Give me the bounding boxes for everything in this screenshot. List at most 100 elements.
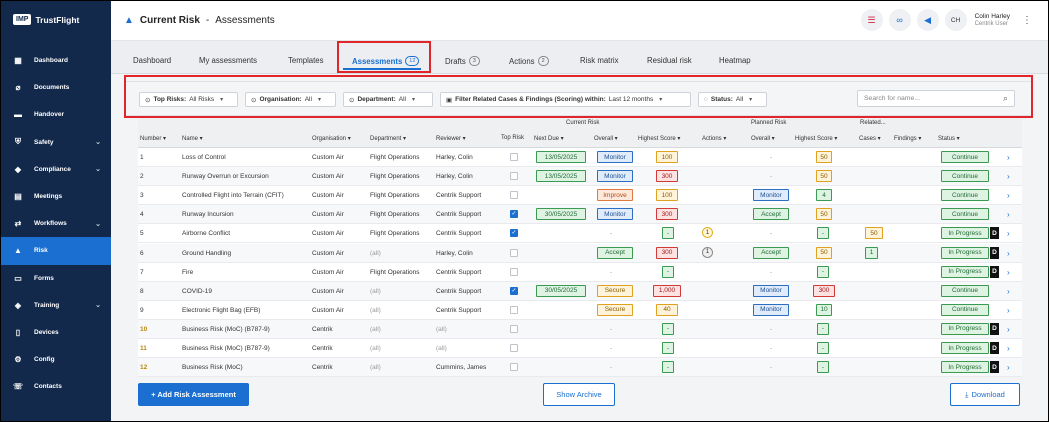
sidebar-item-label: Meetings	[34, 193, 63, 201]
chevron-right-icon[interactable]: ›	[1007, 210, 1010, 219]
chevron-right-icon[interactable]: ›	[1007, 249, 1010, 258]
show-archive-button[interactable]: Show Archive	[543, 383, 615, 406]
avatar[interactable]: CH	[944, 9, 967, 31]
table-row[interactable]: 11 Business Risk (MoC) (B787-9) Centrik (al…	[138, 339, 1022, 359]
table-row[interactable]: 3 Controlled Flight into Terrain (CFIT) Cu…	[138, 186, 1022, 206]
column-header-highest-score[interactable]: Highest Score ▾	[795, 135, 837, 142]
table-row[interactable]: 2 Runway Overrun or Excursion Custom Air Fl…	[138, 167, 1022, 187]
column-header-name[interactable]: Name ▾	[182, 135, 203, 142]
sidebar-item-handover[interactable]: ▬ Handover	[1, 101, 111, 128]
stack-icon[interactable]: ☰	[860, 9, 883, 31]
top-risk-checkbox[interactable]	[510, 191, 518, 200]
table-row[interactable]: 5 Airborne Conflict Custom Air Flight Opera…	[138, 224, 1022, 244]
sidebar-item-safety[interactable]: ⛨ Safety ⌄	[1, 129, 111, 156]
top-risk-checkbox[interactable]: ✓	[510, 229, 518, 238]
column-header-highest-score[interactable]: Highest Score ▾	[638, 135, 680, 142]
table-row[interactable]: 9 Electronic Flight Bag (EFB) Custom Air (a…	[138, 300, 1022, 320]
column-header-findings[interactable]: Findings ▾	[894, 135, 921, 142]
page-title-page: Assessments	[215, 15, 275, 26]
tab-actions[interactable]: Actions 2	[509, 56, 549, 66]
megaphone-icon[interactable]: ◀	[916, 9, 939, 31]
top-risk-checkbox[interactable]	[510, 363, 518, 372]
tab-risk-matrix[interactable]: Risk matrix	[580, 56, 619, 65]
chevron-right-icon[interactable]: ›	[1007, 172, 1010, 181]
table-row[interactable]: 4 Runway Incursion Custom Air Flight Operat…	[138, 205, 1022, 225]
sidebar-item-meetings[interactable]: ▤ Meetings	[1, 183, 111, 210]
sidebar-item-config[interactable]: ⚙ Config	[1, 346, 111, 373]
tab-templates[interactable]: Templates	[288, 56, 324, 65]
sidebar-item-workflows[interactable]: ⇄ Workflows ⌄	[1, 210, 111, 237]
table-row[interactable]: 8 COVID-19 Custom Air (all) Centrik Support ✓…	[138, 281, 1022, 301]
top-risk-checkbox[interactable]: ✓	[510, 210, 518, 219]
column-header-organisation[interactable]: Organisation ▾	[312, 135, 351, 142]
sidebar-item-documents[interactable]: ⌀ Documents	[1, 74, 111, 101]
actions-count[interactable]: 1	[702, 246, 713, 258]
tab-dashboard[interactable]: Dashboard	[133, 56, 171, 65]
add-risk-assessment-button[interactable]: + Add Risk Assessment	[138, 383, 249, 406]
actions-count[interactable]: 1	[702, 227, 713, 239]
devices-icon: ▯	[15, 327, 21, 337]
sidebar-item-devices[interactable]: ▯ Devices	[1, 319, 111, 346]
assessments-table: Current Risk Planned Risk Related... Number…	[138, 118, 1022, 378]
chevron-right-icon[interactable]: ›	[1007, 153, 1010, 162]
table-row[interactable]: 12 Business Risk (MoC) Centrik (all) Cummins…	[138, 358, 1022, 378]
column-header-reviewer[interactable]: Reviewer ▾	[436, 135, 466, 142]
tab-drafts[interactable]: Drafts 3	[445, 56, 480, 66]
table-row[interactable]: 10 Business Risk (MoC) (B787-9) Centrik (al…	[138, 319, 1022, 339]
current-overall-badge: Monitor	[597, 151, 633, 163]
table-row[interactable]: 6 Ground Handling Custom Air (all) Harley, C…	[138, 243, 1022, 263]
top-risk-checkbox[interactable]	[510, 324, 518, 333]
app-window: IMP TrustFlight ▦ Dashboard ⌀ Documents ▬ Han…	[1, 1, 1048, 421]
table-row[interactable]: 7 Fire Custom Air Flight Operations Centrik …	[138, 262, 1022, 282]
sort-icon: ▾	[721, 136, 727, 142]
column-header-overall[interactable]: Overall ▾	[751, 135, 775, 142]
top-risk-checkbox[interactable]	[510, 305, 518, 314]
chevron-right-icon[interactable]: ›	[1007, 344, 1010, 353]
current-highest-score-badge: -	[662, 322, 674, 335]
tab-my-assessments[interactable]: My assessments	[199, 56, 257, 65]
chevron-right-icon[interactable]: ›	[1007, 268, 1010, 277]
sidebar-item-dashboard[interactable]: ▦ Dashboard	[1, 47, 111, 74]
top-risk-checkbox[interactable]	[510, 344, 518, 352]
top-risk-checkbox[interactable]	[510, 267, 518, 276]
tab-residual-risk[interactable]: Residual risk	[647, 56, 692, 65]
sidebar-item-forms[interactable]: ▭ Forms	[1, 265, 111, 292]
chevron-right-icon[interactable]: ›	[1007, 229, 1010, 238]
row-department: (all)	[370, 306, 381, 314]
sidebar-item-label: Dashboard	[34, 57, 68, 65]
table-row[interactable]: 1 Loss of Control Custom Air Flight Operati…	[138, 148, 1022, 168]
sidebar-item-training[interactable]: ◈ Training ⌄	[1, 292, 111, 319]
column-header-top-risk[interactable]: Top Risk	[501, 135, 524, 141]
top-risk-checkbox[interactable]: ✓	[510, 286, 518, 295]
user-info[interactable]: Colin Harley Centrik User	[975, 13, 1010, 27]
top-risk-checkbox[interactable]	[510, 153, 518, 161]
status-badge: Continue	[941, 284, 989, 297]
column-header-actions[interactable]: Actions ▾	[702, 135, 726, 142]
sidebar-item-risk[interactable]: ▲ Risk	[1, 237, 111, 265]
top-risk-checkbox[interactable]	[510, 248, 518, 257]
column-header-number[interactable]: Number ▾	[140, 135, 166, 142]
column-header-overall[interactable]: Overall ▾	[594, 135, 618, 142]
download-button[interactable]: ⤓ Download	[950, 383, 1020, 406]
shield-icon: ⛨	[15, 137, 21, 147]
sidebar-item-contacts[interactable]: ☏ Contacts	[1, 373, 111, 400]
row-number: 9	[140, 306, 144, 314]
column-header-cases[interactable]: Cases ▾	[859, 135, 881, 142]
sort-icon: ▾	[198, 136, 203, 142]
chevron-right-icon[interactable]: ›	[1007, 363, 1010, 372]
link-icon[interactable]: ∞	[888, 9, 911, 31]
planned-overall: -	[770, 173, 773, 181]
chevron-right-icon[interactable]: ›	[1007, 191, 1010, 200]
column-header-next-due[interactable]: Next Due ▾	[534, 135, 564, 142]
chevron-right-icon[interactable]: ›	[1007, 306, 1010, 315]
column-header-status[interactable]: Status ▾	[938, 135, 960, 142]
tab-heatmap[interactable]: Heatmap	[719, 56, 751, 65]
row-number: 8	[140, 287, 144, 295]
chevron-right-icon[interactable]: ›	[1007, 287, 1010, 296]
sidebar-item-compliance[interactable]: ◆ Compliance ⌄	[1, 156, 111, 183]
chevron-right-icon[interactable]: ›	[1007, 325, 1010, 334]
sidebar-item-label: Devices	[34, 328, 59, 336]
top-risk-checkbox[interactable]	[510, 172, 518, 181]
column-header-department[interactable]: Department ▾	[370, 135, 406, 142]
kebab-menu-icon[interactable]: ⋮	[1022, 15, 1032, 26]
